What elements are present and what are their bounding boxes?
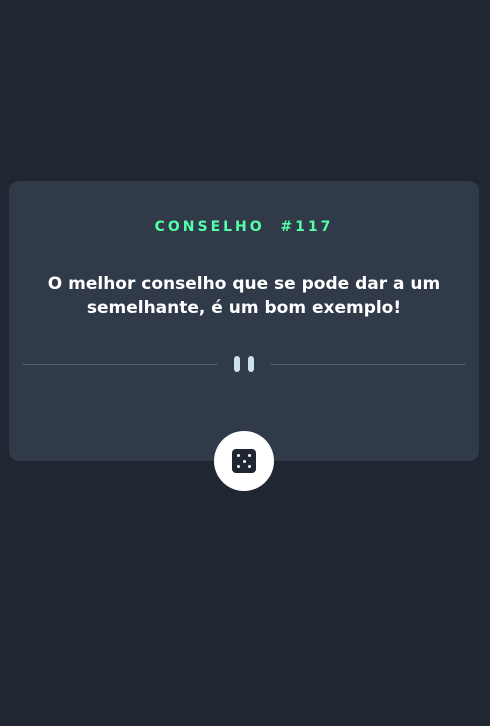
divider	[22, 355, 466, 373]
advice-text: O melhor conselho que se pode dar a um s…	[47, 274, 441, 318]
advice-number: #117	[280, 219, 334, 235]
new-advice-button[interactable]	[214, 431, 274, 491]
advice-label: CONSELHO	[154, 219, 265, 235]
dice-icon	[232, 449, 256, 473]
advice-card: CONSELHO #117 O melhor conselho que se p…	[9, 181, 479, 461]
divider-line-right	[270, 364, 466, 365]
pause-icon	[234, 356, 254, 372]
divider-line-left	[22, 364, 218, 365]
advice-id: CONSELHO #117	[9, 218, 479, 236]
